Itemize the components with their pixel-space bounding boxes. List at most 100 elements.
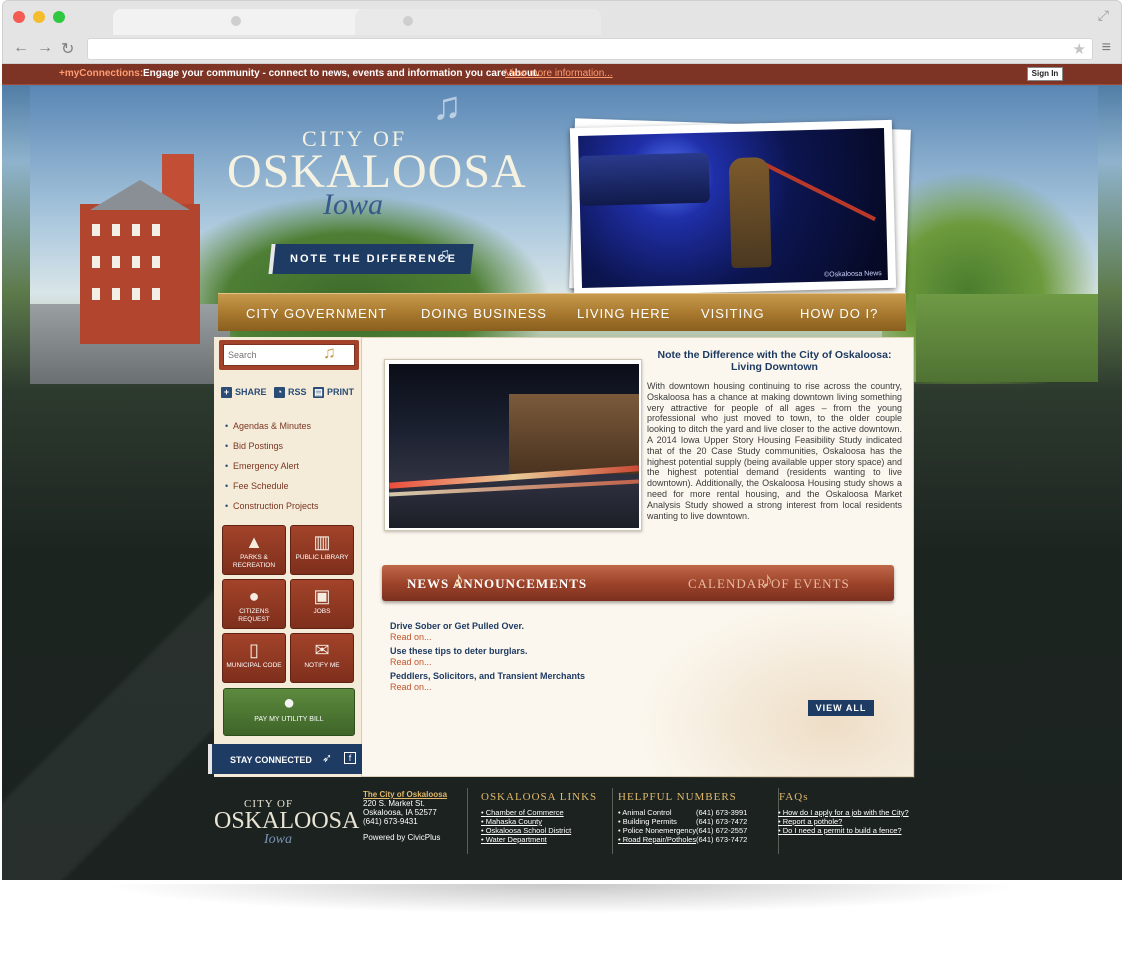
helpful-number-label[interactable]: Road Repair/Potholes bbox=[618, 835, 696, 844]
feature-title[interactable]: Note the Difference with the City of Osk… bbox=[647, 349, 902, 373]
tree-icon: ▲ bbox=[245, 532, 263, 552]
music-notes-icon: ♫ bbox=[438, 246, 450, 263]
bookmark-star-icon[interactable]: ★ bbox=[1073, 40, 1086, 58]
reload-icon[interactable]: ↻ bbox=[61, 39, 74, 59]
faqs-heading: FAQs bbox=[779, 791, 809, 803]
read-on-link[interactable]: Read on... bbox=[390, 682, 585, 692]
stay-connected-bar: STAY CONNECTED ➶ f bbox=[208, 744, 362, 774]
news-title[interactable]: Drive Sober or Get Pulled Over. bbox=[390, 621, 524, 631]
downtown-night-photo bbox=[389, 364, 639, 528]
view-all-button[interactable]: VIEW ALL bbox=[808, 700, 874, 716]
main-navigation: CITY GOVERNMENT DOING BUSINESS LIVING HE… bbox=[218, 293, 906, 331]
rss-button[interactable]: ◔ RSS bbox=[274, 387, 307, 399]
news-title[interactable]: Peddlers, Solicitors, and Transient Merc… bbox=[390, 671, 585, 681]
footer-link[interactable]: Chamber of Commerce bbox=[481, 808, 564, 817]
forward-icon[interactable]: → bbox=[37, 39, 53, 57]
news-item: Drive Sober or Get Pulled Over. Read on.… bbox=[390, 621, 524, 642]
citizens-request-button[interactable]: ● CITIZENS REQUEST bbox=[222, 579, 286, 629]
municipal-code-button[interactable]: ▯ MUNICIPAL CODE bbox=[222, 633, 286, 683]
nav-doing-business[interactable]: DOING BUSINESS bbox=[421, 306, 547, 321]
bill-label: PAY MY UTILITY BILL bbox=[254, 716, 324, 723]
pay-utility-bill-button[interactable]: ● PAY MY UTILITY BILL bbox=[223, 688, 355, 736]
browser-menu-icon[interactable]: ≡ bbox=[1102, 39, 1111, 57]
helpful-number-label: Police Nonemergency bbox=[618, 826, 696, 835]
footer-address: The City of Oskaloosa 220 S. Market St. … bbox=[363, 790, 447, 826]
quick-link[interactable]: Agendas & Minutes bbox=[225, 421, 311, 431]
helpful-number-phone: (641) 673-7472 bbox=[696, 817, 748, 826]
street-address: 220 S. Market St. bbox=[363, 799, 425, 808]
search-box: ♫ bbox=[219, 340, 359, 370]
webpage: +myConnections: Engage your community - … bbox=[2, 64, 1122, 880]
news-item: Peddlers, Solicitors, and Transient Merc… bbox=[390, 671, 585, 692]
faq-link[interactable]: How do I apply for a job with the City? bbox=[778, 808, 909, 817]
myconnections-label: +myConnections: bbox=[59, 68, 144, 79]
city-state-zip: Oskaloosa, IA 52577 bbox=[363, 808, 437, 817]
close-window-button[interactable] bbox=[13, 11, 25, 23]
briefcase-icon: ▣ bbox=[313, 586, 331, 606]
quick-link[interactable]: Construction Projects bbox=[225, 501, 319, 511]
faq-link[interactable]: Do I need a permit to build a fence? bbox=[778, 826, 902, 835]
read-on-link[interactable]: Read on... bbox=[390, 632, 524, 642]
news-title[interactable]: Use these tips to deter burglars. bbox=[390, 646, 528, 656]
music-note-search-icon[interactable]: ♫ bbox=[323, 343, 336, 363]
myconnections-message: Engage your community - connect to news,… bbox=[143, 68, 540, 79]
expand-icon[interactable]: ⤢ bbox=[1098, 7, 1109, 24]
music-note-icon: ♪ bbox=[762, 567, 773, 592]
footer-divider bbox=[612, 788, 613, 854]
powered-by[interactable]: Powered by CivicPlus bbox=[363, 833, 440, 842]
maximize-window-button[interactable] bbox=[53, 11, 65, 23]
nav-city-government[interactable]: CITY GOVERNMENT bbox=[246, 306, 387, 321]
twitter-icon[interactable]: ➶ bbox=[322, 751, 332, 765]
header-slideshow[interactable]: ©Oskaloosa News bbox=[569, 119, 897, 297]
faq-link[interactable]: Report a pothole? bbox=[778, 817, 843, 826]
tile-label: MUNICIPAL CODE bbox=[226, 662, 282, 669]
rss-icon: ◔ bbox=[274, 387, 285, 399]
quick-link[interactable]: Fee Schedule bbox=[225, 481, 288, 491]
parks-recreation-button[interactable]: ▲ PARKS & RECREATION bbox=[222, 525, 286, 575]
tagline-text: NOTE THE DIFFERENCE bbox=[290, 253, 457, 265]
read-on-link[interactable]: Read on... bbox=[390, 657, 528, 667]
facebook-icon[interactable]: f bbox=[344, 752, 356, 764]
address-bar[interactable]: ★ bbox=[87, 38, 1093, 60]
nav-living-here[interactable]: LIVING HERE bbox=[577, 306, 670, 321]
print-label: PRINT bbox=[327, 387, 354, 397]
minimize-window-button[interactable] bbox=[33, 11, 45, 23]
news-item: Use these tips to deter burglars. Read o… bbox=[390, 646, 528, 667]
printer-icon: ▤ bbox=[313, 387, 324, 399]
tile-label: NOTIFY ME bbox=[304, 662, 340, 669]
quick-link[interactable]: Bid Postings bbox=[225, 441, 283, 451]
city-name-link[interactable]: The City of Oskaloosa bbox=[363, 790, 447, 799]
document-icon: ▯ bbox=[249, 640, 259, 660]
browser-tab[interactable] bbox=[355, 9, 601, 35]
footer-link[interactable]: Water Department bbox=[481, 835, 547, 844]
speech-bubble-icon: ● bbox=[248, 586, 260, 606]
print-button[interactable]: ▤ PRINT bbox=[313, 387, 354, 399]
logo-iowa: Iowa bbox=[323, 188, 383, 221]
footer-link[interactable]: Mahaska County bbox=[481, 817, 542, 826]
share-button[interactable]: + SHARE bbox=[221, 387, 267, 399]
view-more-link[interactable]: View more information... bbox=[505, 68, 613, 79]
browser-tab[interactable] bbox=[113, 9, 375, 35]
nav-visiting[interactable]: VISITING bbox=[701, 306, 765, 321]
feature-image[interactable] bbox=[384, 359, 642, 531]
envelope-icon: ✉ bbox=[314, 640, 330, 660]
tile-label: JOBS bbox=[313, 608, 331, 615]
jobs-button[interactable]: ▣ JOBS bbox=[290, 579, 354, 629]
stay-connected-label: STAY CONNECTED bbox=[230, 755, 312, 765]
footer-logo-oskaloosa: OSKALOOSA bbox=[214, 808, 360, 834]
back-icon[interactable]: ← bbox=[13, 39, 29, 57]
photo-credit: ©Oskaloosa News bbox=[824, 270, 882, 279]
window-shadow bbox=[100, 884, 1024, 914]
plus-icon: + bbox=[221, 387, 232, 399]
tab-news-announcements[interactable]: NEWS ANNOUNCEMENTS bbox=[407, 576, 587, 592]
helpful-number-label: Animal Control bbox=[618, 808, 671, 817]
nav-how-do-i[interactable]: HOW DO I? bbox=[800, 306, 878, 321]
footer-divider bbox=[467, 788, 468, 854]
quick-link[interactable]: Emergency Alert bbox=[225, 461, 299, 471]
feature-body: With downtown housing continuing to rise… bbox=[647, 381, 902, 521]
public-library-button[interactable]: ▥ PUBLIC LIBRARY bbox=[290, 525, 354, 575]
firefighter-photo: ©Oskaloosa News bbox=[578, 128, 888, 288]
footer-link[interactable]: Oskaloosa School District bbox=[481, 826, 571, 835]
notify-me-button[interactable]: ✉ NOTIFY ME bbox=[290, 633, 354, 683]
sign-in-button[interactable]: Sign In bbox=[1027, 67, 1063, 81]
